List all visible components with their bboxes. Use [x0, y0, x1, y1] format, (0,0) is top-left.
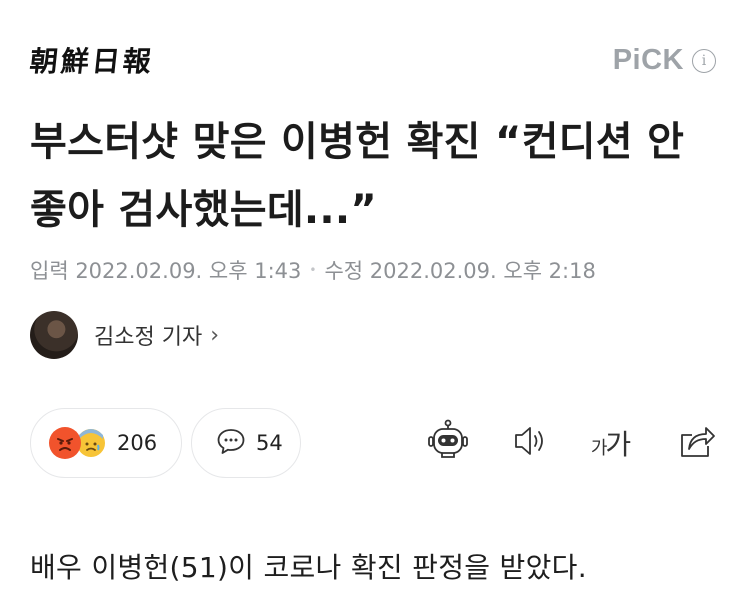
- reaction-button[interactable]: 206: [30, 408, 182, 478]
- comment-button[interactable]: 54: [191, 408, 301, 478]
- angry-emoji-icon: [49, 427, 81, 459]
- reporter-avatar: [30, 311, 78, 359]
- font-size-button[interactable]: 가가: [585, 418, 635, 468]
- date-separator: •: [309, 263, 317, 277]
- speaker-icon: [511, 423, 551, 463]
- info-icon[interactable]: i: [692, 48, 716, 73]
- pick-label: PiCK: [612, 44, 684, 76]
- font-size-icon: 가가: [590, 423, 631, 463]
- published-date: 입력 2022.02.09. 오후 1:43: [30, 259, 302, 283]
- font-small-glyph: 가: [590, 438, 608, 459]
- article-dates: 입력 2022.02.09. 오후 1:43 • 수정 2022.02.09. …: [30, 255, 596, 285]
- comment-icon: [216, 427, 246, 459]
- article-headline: 부스터샷 맞은 이병헌 확진 “컨디션 안 좋아 검사했는데...”: [30, 119, 685, 233]
- chevron-right-icon: ›: [210, 322, 220, 348]
- modified-date: 수정 2022.02.09. 오후 2:18: [324, 259, 596, 283]
- reaction-count: 206: [117, 431, 158, 455]
- robot-summary-icon: [426, 419, 470, 467]
- top-bar: 朝鮮日報 PiCK i: [0, 0, 750, 100]
- comment-count: 54: [256, 431, 283, 455]
- share-icon: [676, 422, 716, 464]
- summary-bot-button[interactable]: [423, 418, 473, 468]
- press-logo[interactable]: 朝鮮日報: [28, 40, 156, 80]
- font-large-glyph: 가: [605, 428, 631, 461]
- text-to-speech-button[interactable]: [506, 418, 556, 468]
- article-first-paragraph: 배우 이병헌(51)이 코로나 확진 판정을 받았다.: [30, 551, 587, 584]
- pick-badge[interactable]: PiCK i: [613, 44, 716, 77]
- reporter-link[interactable]: 김소정 기자 ›: [30, 311, 219, 359]
- reporter-name: 김소정 기자: [94, 325, 203, 350]
- share-button[interactable]: [671, 418, 721, 468]
